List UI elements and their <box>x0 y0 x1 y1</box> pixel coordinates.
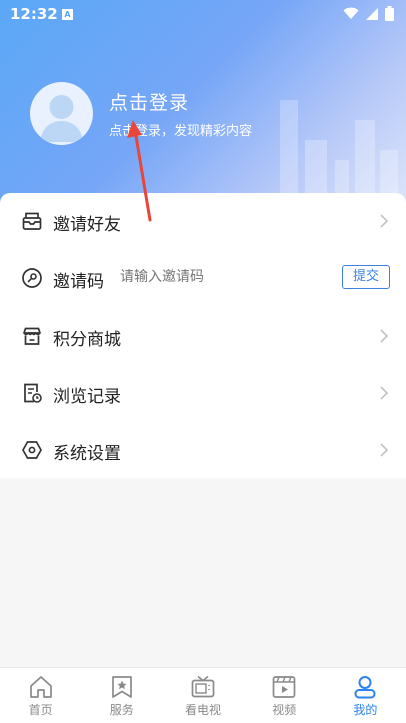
menu-label-browse-history: 浏览记录 <box>53 387 121 407</box>
chevron-right-icon <box>380 443 389 457</box>
settings-icon <box>22 441 42 459</box>
default-avatar-icon <box>40 95 83 142</box>
chevron-right-icon <box>380 329 389 343</box>
status-icons <box>343 6 394 21</box>
nav-label-home: 首页 <box>28 703 53 717</box>
status-time: 12:32 <box>10 5 58 23</box>
nav-label-tv: 看电视 <box>185 703 222 717</box>
login-title[interactable]: 点击登录 <box>109 88 189 115</box>
menu-label-invite-code: 邀请码 <box>53 272 104 292</box>
nav-item-services[interactable]: 服务 <box>81 668 162 723</box>
shop-icon <box>23 327 41 345</box>
tv-icon <box>191 675 215 698</box>
nav-item-mine[interactable]: 我的 <box>325 668 406 723</box>
star-bookmark-icon <box>111 676 132 698</box>
menu-item-system-settings[interactable]: 系统设置 <box>0 422 406 478</box>
signal-icon <box>366 7 378 20</box>
nav-item-home[interactable]: 首页 <box>0 668 81 723</box>
chevron-right-icon <box>380 214 389 228</box>
nav-item-tv[interactable]: 看电视 <box>162 668 243 723</box>
invite-code-input[interactable] <box>120 269 320 285</box>
menu-label-invite-friends: 邀请好友 <box>53 215 121 235</box>
battery-icon <box>385 6 394 21</box>
wifi-icon <box>343 7 359 19</box>
menu-item-invite-code: 邀请码 提交 <box>0 250 406 306</box>
menu-item-points-mall[interactable]: 积分商城 <box>0 308 406 364</box>
nav-label-mine: 我的 <box>353 703 378 717</box>
bottom-nav: 首页 服务 看电视 视频 我的 <box>0 667 406 723</box>
menu-label-points-mall: 积分商城 <box>53 330 121 350</box>
nav-item-video[interactable]: 视频 <box>244 668 325 723</box>
annotation-arrow-icon <box>127 120 152 222</box>
nav-label-services: 服务 <box>109 703 134 717</box>
user-icon <box>354 676 376 699</box>
menu-card: 邀请好友 邀请码 提交 积分商城 <box>0 193 406 478</box>
envelope-icon <box>22 212 42 230</box>
nav-label-video: 视频 <box>272 703 297 717</box>
submit-button[interactable]: 提交 <box>342 265 390 289</box>
history-icon <box>24 383 42 403</box>
video-icon <box>272 676 296 698</box>
profile-header: 12:32 A 点击登录 点击登录，发现精彩内容 <box>0 0 406 215</box>
menu-label-system-settings: 系统设置 <box>53 444 121 464</box>
chevron-right-icon <box>380 386 389 400</box>
home-icon <box>29 676 52 698</box>
notification-indicator: A <box>62 9 73 20</box>
menu-item-invite-friends[interactable]: 邀请好友 <box>0 193 406 249</box>
avatar[interactable] <box>30 82 93 145</box>
key-icon <box>22 268 42 288</box>
menu-item-browse-history[interactable]: 浏览记录 <box>0 365 406 421</box>
status-bar: 12:32 A <box>0 0 406 30</box>
